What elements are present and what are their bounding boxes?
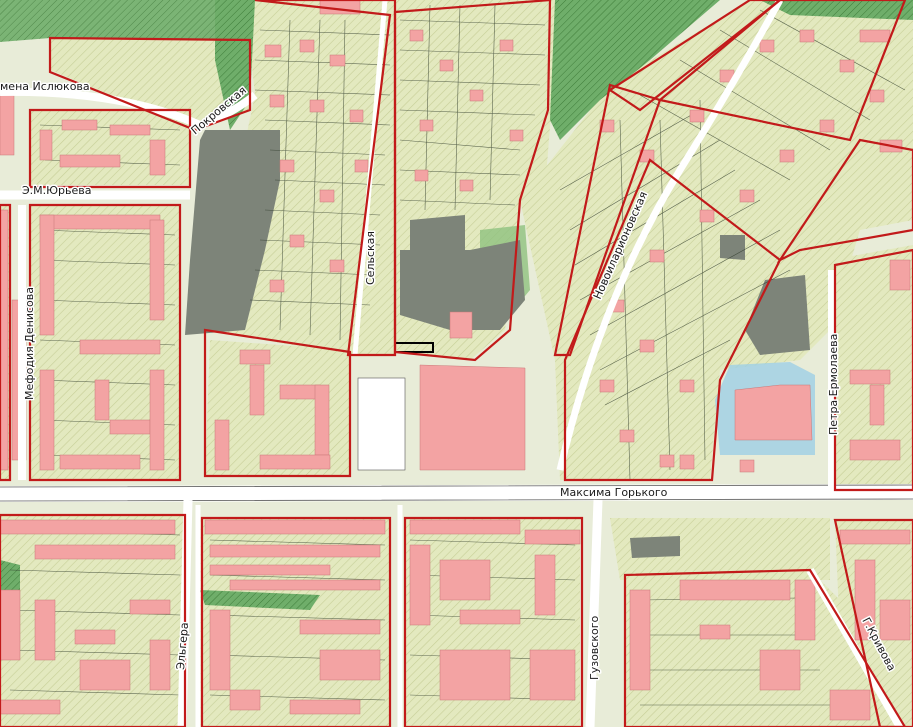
city-map[interactable]: Максима Горького Новоиларионовская Сельс… bbox=[0, 0, 913, 727]
street-label-petra-ermolaeva: Петра Ермолаева bbox=[827, 334, 840, 435]
empty-plot bbox=[357, 377, 406, 471]
street-label-guzovskogo: Гузовского bbox=[588, 616, 601, 680]
street-label-imena-islyukova: мена Ислюкова bbox=[0, 80, 90, 93]
street-label-maksima-gorkogo: Максима Горького bbox=[560, 486, 668, 499]
street-label-selskaya: Сельская bbox=[364, 231, 377, 285]
street-label-e-m-yurieva: Э.М.Юрьева bbox=[22, 184, 92, 197]
street-label-mefodiya-denisova: Мефодия Денисова bbox=[23, 287, 36, 400]
